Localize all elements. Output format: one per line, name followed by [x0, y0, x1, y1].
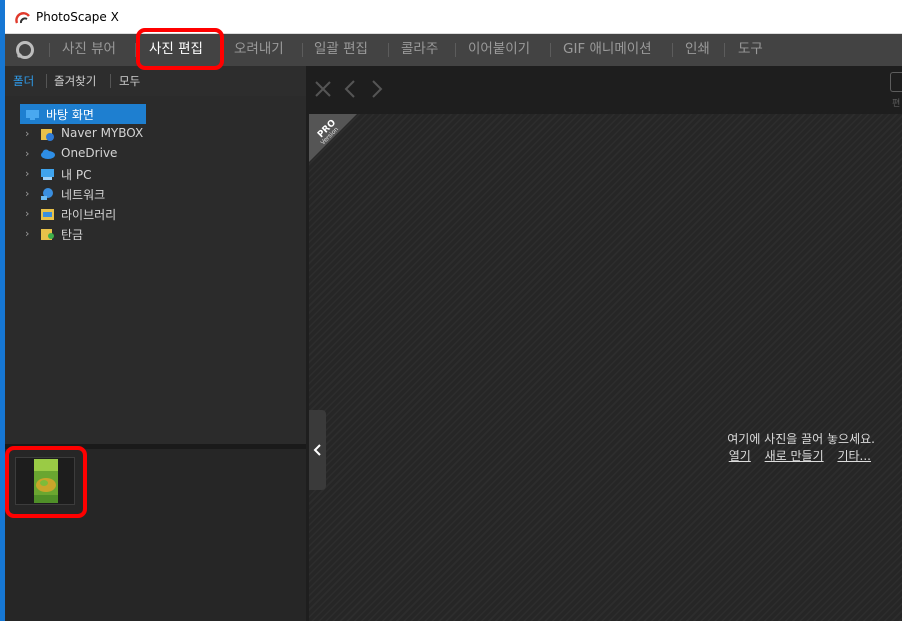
drop-hint-text: 여기에 사진을 끌어 놓으세요.	[727, 432, 875, 446]
edit-icon[interactable]	[890, 72, 902, 92]
tab-gif-animation[interactable]: GIF 애니메이션	[563, 34, 652, 66]
tab-separator	[455, 43, 456, 57]
photoscape-home-icon[interactable]	[14, 39, 36, 61]
tab-separator	[388, 43, 389, 57]
tree-item-label: 라이브러리	[61, 208, 117, 222]
highlight-box	[5, 446, 87, 518]
tab-separator	[724, 43, 725, 57]
chevron-right-icon[interactable]: ›	[25, 127, 29, 140]
chevron-right-icon[interactable]: ›	[25, 227, 29, 240]
user-folder-icon	[41, 229, 54, 240]
subtab-separator	[110, 74, 111, 88]
tree-item-desktop[interactable]: 바탕 화면	[5, 104, 306, 124]
tab-collage[interactable]: 콜라주	[401, 34, 438, 66]
tab-combine[interactable]: 이어붙이기	[468, 34, 530, 66]
subtab-all[interactable]: 모두	[119, 73, 140, 89]
chevron-right-icon[interactable]: ›	[25, 147, 29, 160]
browser-subtabs: 폴더 즐겨찾기 모두	[5, 66, 306, 96]
edit-label: 편	[892, 99, 901, 109]
tree-item-user-folder[interactable]: › 탄금	[5, 224, 306, 244]
library-icon	[41, 209, 54, 220]
canvas-toolbar	[306, 66, 902, 114]
tab-separator	[49, 43, 50, 57]
window-title: PhotoScape X	[36, 10, 119, 24]
chevron-right-icon[interactable]: ›	[25, 207, 29, 220]
folder-tree: 바탕 화면 › Naver MYBOX › OneDrive › 내 PC › …	[5, 96, 306, 444]
tab-print[interactable]: 인쇄	[685, 34, 710, 66]
tree-item-label: 탄금	[61, 228, 84, 242]
tree-item-naver-mybox[interactable]: › Naver MYBOX	[5, 124, 306, 144]
chevron-right-icon[interactable]: ›	[25, 167, 29, 180]
chevron-right-icon[interactable]: ›	[25, 187, 29, 200]
tree-item-label: 네트워크	[61, 188, 106, 202]
tab-cut-out[interactable]: 오려내기	[234, 34, 284, 66]
panel-collapse-handle[interactable]	[309, 410, 326, 490]
photo-canvas[interactable]	[309, 114, 902, 621]
tree-item-label: Naver MYBOX	[61, 126, 144, 140]
mybox-folder-icon	[41, 129, 54, 141]
tree-item-label: OneDrive	[61, 146, 118, 160]
close-icon[interactable]	[314, 80, 332, 98]
previous-icon[interactable]	[344, 80, 356, 98]
tab-separator	[550, 43, 551, 57]
subtab-folder[interactable]: 폴더	[13, 73, 34, 89]
network-icon	[41, 188, 53, 200]
other-link[interactable]: 기타...	[837, 449, 871, 463]
desktop-icon	[26, 110, 39, 120]
next-icon[interactable]	[371, 80, 383, 98]
tree-item-libraries[interactable]: › 라이브러리	[5, 204, 306, 224]
subtab-separator	[46, 74, 47, 88]
tree-item-label: 바탕 화면	[46, 108, 94, 122]
tab-separator	[302, 43, 303, 57]
left-panel: 폴더 즐겨찾기 모두 바탕 화면 › Naver MYBOX › OneDriv…	[5, 66, 306, 621]
onedrive-cloud-icon	[41, 149, 55, 159]
photoscape-logo-icon	[15, 12, 30, 24]
tree-item-label: 내 PC	[61, 168, 92, 182]
tab-separator	[672, 43, 673, 57]
tree-item-onedrive[interactable]: › OneDrive	[5, 144, 306, 164]
highlight-box	[136, 28, 224, 70]
tree-item-network[interactable]: › 네트워크	[5, 184, 306, 204]
tab-photo-viewer[interactable]: 사진 뷰어	[62, 34, 116, 66]
tree-item-my-pc[interactable]: › 내 PC	[5, 164, 306, 184]
tab-batch-editor[interactable]: 일괄 편집	[314, 34, 368, 66]
tab-tools[interactable]: 도구	[738, 34, 763, 66]
new-link[interactable]: 새로 만들기	[765, 449, 824, 463]
pc-icon	[41, 169, 54, 180]
subtab-favorites[interactable]: 즐겨찾기	[54, 73, 96, 89]
drop-links: 열기 새로 만들기 기타...	[719, 447, 871, 464]
pro-version-ribbon: PRO Version	[309, 114, 357, 162]
open-link[interactable]: 열기	[729, 449, 751, 463]
chevron-left-icon	[313, 444, 321, 456]
